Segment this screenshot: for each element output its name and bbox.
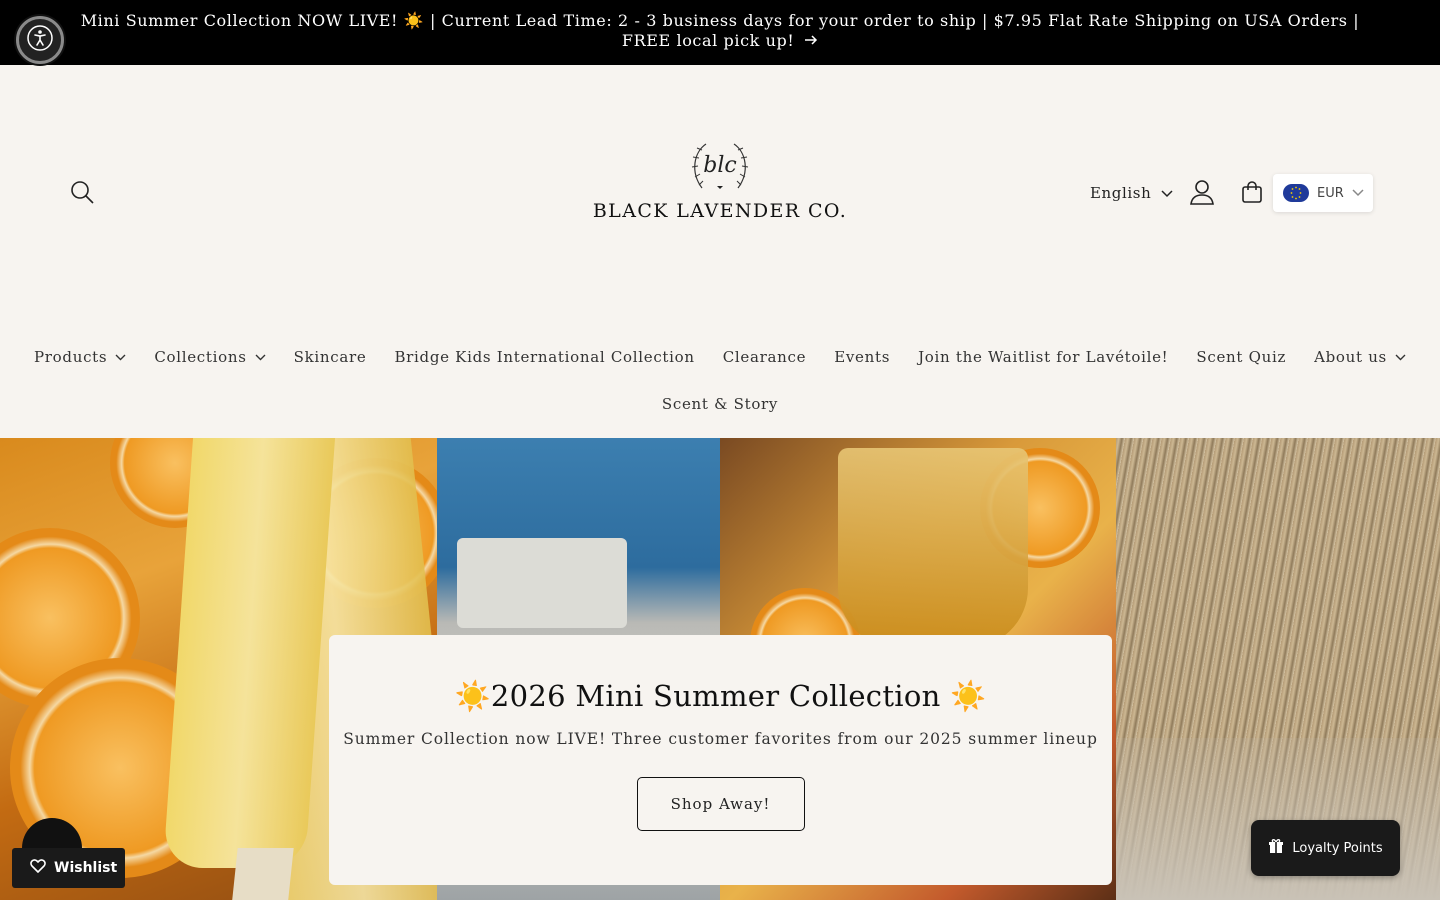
nav-row: Scent & Story (0, 387, 1440, 421)
announcement-text: Mini Summer Collection NOW LIVE! ☀️ | Cu… (80, 11, 1360, 50)
accessibility-button[interactable] (16, 16, 64, 64)
loyalty-points-button[interactable]: Loyalty Points (1251, 820, 1400, 876)
nav-item-scent-quiz[interactable]: Scent Quiz (1182, 348, 1300, 366)
logo-wreath-icon: blc (691, 143, 749, 189)
nav-item-products[interactable]: Products (20, 348, 140, 366)
arrow-right-icon (804, 31, 818, 51)
search-icon (69, 179, 95, 209)
account-icon (1190, 179, 1214, 209)
nav-item-waitlist[interactable]: Join the Waitlist for Lavétoile! (904, 348, 1182, 366)
nav-label: Collections (154, 348, 247, 366)
nav-label: Scent & Story (661, 395, 779, 413)
account-button[interactable] (1186, 178, 1218, 210)
heart-icon (30, 859, 46, 877)
eu-flag-icon (1283, 184, 1309, 202)
nav-item-collections[interactable]: Collections (140, 348, 279, 366)
nav-item-about-us[interactable]: About us (1300, 348, 1420, 366)
language-label: English (1090, 184, 1152, 202)
wishlist-button[interactable]: Wishlist (12, 848, 125, 888)
nav-label: Skincare (293, 348, 367, 366)
nav-item-bridge-kids[interactable]: Bridge Kids International Collection (380, 348, 708, 366)
site-logo[interactable]: blc BLACK LAVENDER CO. (580, 138, 860, 248)
chevron-down-icon (1352, 186, 1364, 201)
nav-item-skincare[interactable]: Skincare (280, 348, 381, 366)
chevron-down-icon (255, 354, 266, 360)
shop-away-button[interactable]: Shop Away! (636, 777, 805, 831)
nav-item-clearance[interactable]: Clearance (709, 348, 820, 366)
currency-label: EUR (1317, 185, 1344, 201)
language-selector[interactable]: English (1090, 182, 1173, 204)
main-navigation: Products Collections Skincare Bridge Kid… (0, 340, 1440, 421)
nav-label: Join the Waitlist for Lavétoile! (918, 348, 1169, 366)
search-button[interactable] (66, 178, 98, 210)
accessibility-icon (27, 25, 53, 55)
hero-card: ☀️2026 Mini Summer Collection ☀️ Summer … (329, 635, 1112, 885)
cart-icon (1241, 181, 1263, 207)
chevron-down-icon (1395, 354, 1406, 360)
gift-icon (1268, 838, 1284, 858)
hero-title: ☀️2026 Mini Summer Collection ☀️ (454, 679, 987, 713)
svg-text:blc: blc (703, 153, 736, 178)
nav-item-scent-story[interactable]: Scent & Story (648, 395, 792, 413)
chevron-down-icon (115, 354, 126, 360)
hero-subtitle: Summer Collection now LIVE! Three custom… (343, 730, 1098, 748)
nav-label: Clearance (722, 348, 807, 366)
nav-label: Events (834, 348, 891, 366)
nav-label: Bridge Kids International Collection (394, 348, 695, 366)
chevron-down-icon (1161, 184, 1173, 202)
nav-label: Scent Quiz (1196, 348, 1287, 366)
logo-text: BLACK LAVENDER CO. (592, 200, 848, 222)
loyalty-label: Loyalty Points (1292, 840, 1383, 856)
cart-button[interactable] (1236, 178, 1268, 210)
currency-selector[interactable]: EUR (1273, 174, 1373, 212)
nav-label: About us (1314, 348, 1387, 366)
announcement-bar[interactable]: Mini Summer Collection NOW LIVE! ☀️ | Cu… (0, 0, 1440, 65)
nav-label: Products (34, 348, 108, 366)
nav-item-events[interactable]: Events (820, 348, 904, 366)
wishlist-label: Wishlist (54, 860, 118, 876)
nav-row: Products Collections Skincare Bridge Kid… (0, 340, 1440, 374)
